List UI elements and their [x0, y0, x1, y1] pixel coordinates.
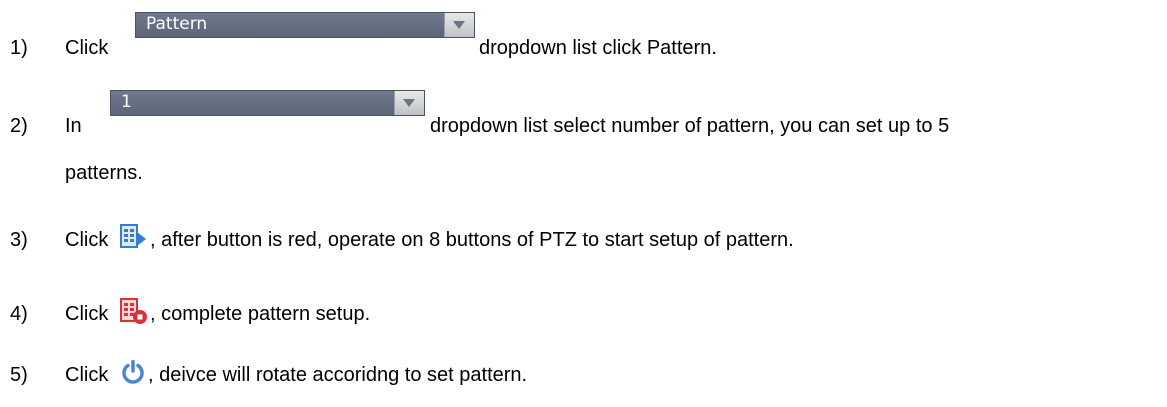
step-2-continuation: patterns.	[0, 153, 1167, 193]
step-number: 4)	[10, 303, 28, 325]
stop-record-pattern-icon[interactable]	[118, 296, 148, 326]
step-text: In	[65, 115, 82, 137]
step-number: 1)	[10, 37, 28, 59]
step-text: dropdown list select number of pattern, …	[430, 115, 950, 137]
step-3: 3) Click , after button is red, operate …	[0, 220, 1167, 260]
record-pattern-icon[interactable]	[118, 222, 148, 252]
step-text: Click	[65, 229, 109, 251]
step-text: , deivce will rotate accoridng to set pa…	[148, 364, 528, 386]
step-text: , after button is red, operate on 8 butt…	[150, 229, 794, 251]
step-text: , complete pattern setup.	[150, 303, 371, 325]
pattern-type-dropdown[interactable]: Pattern	[135, 12, 475, 38]
step-number: 5)	[10, 364, 28, 386]
step-5: 5) Click , deivce will rotate accoridng …	[0, 355, 1167, 395]
dropdown-value: Pattern	[146, 14, 208, 34]
dropdown-value: 1	[121, 92, 132, 112]
step-text: Click	[65, 364, 109, 386]
step-text: dropdown list click Pattern.	[479, 37, 717, 59]
pattern-number-dropdown[interactable]: 1	[110, 90, 425, 116]
step-1: 1) Click Pattern dropdown list click Pat…	[0, 12, 1167, 68]
step-number: 2)	[10, 115, 28, 137]
step-text: Click	[65, 303, 109, 325]
step-2: 2) In 1 dropdown list select number of p…	[0, 90, 1167, 146]
power-icon[interactable]	[120, 359, 146, 385]
chevron-down-icon[interactable]	[394, 91, 424, 115]
step-number: 3)	[10, 229, 28, 251]
chevron-down-icon[interactable]	[444, 13, 474, 37]
step-text: Click	[65, 37, 109, 59]
step-4: 4) Click , complete pattern setup.	[0, 294, 1167, 334]
step-text: patterns.	[65, 162, 143, 184]
